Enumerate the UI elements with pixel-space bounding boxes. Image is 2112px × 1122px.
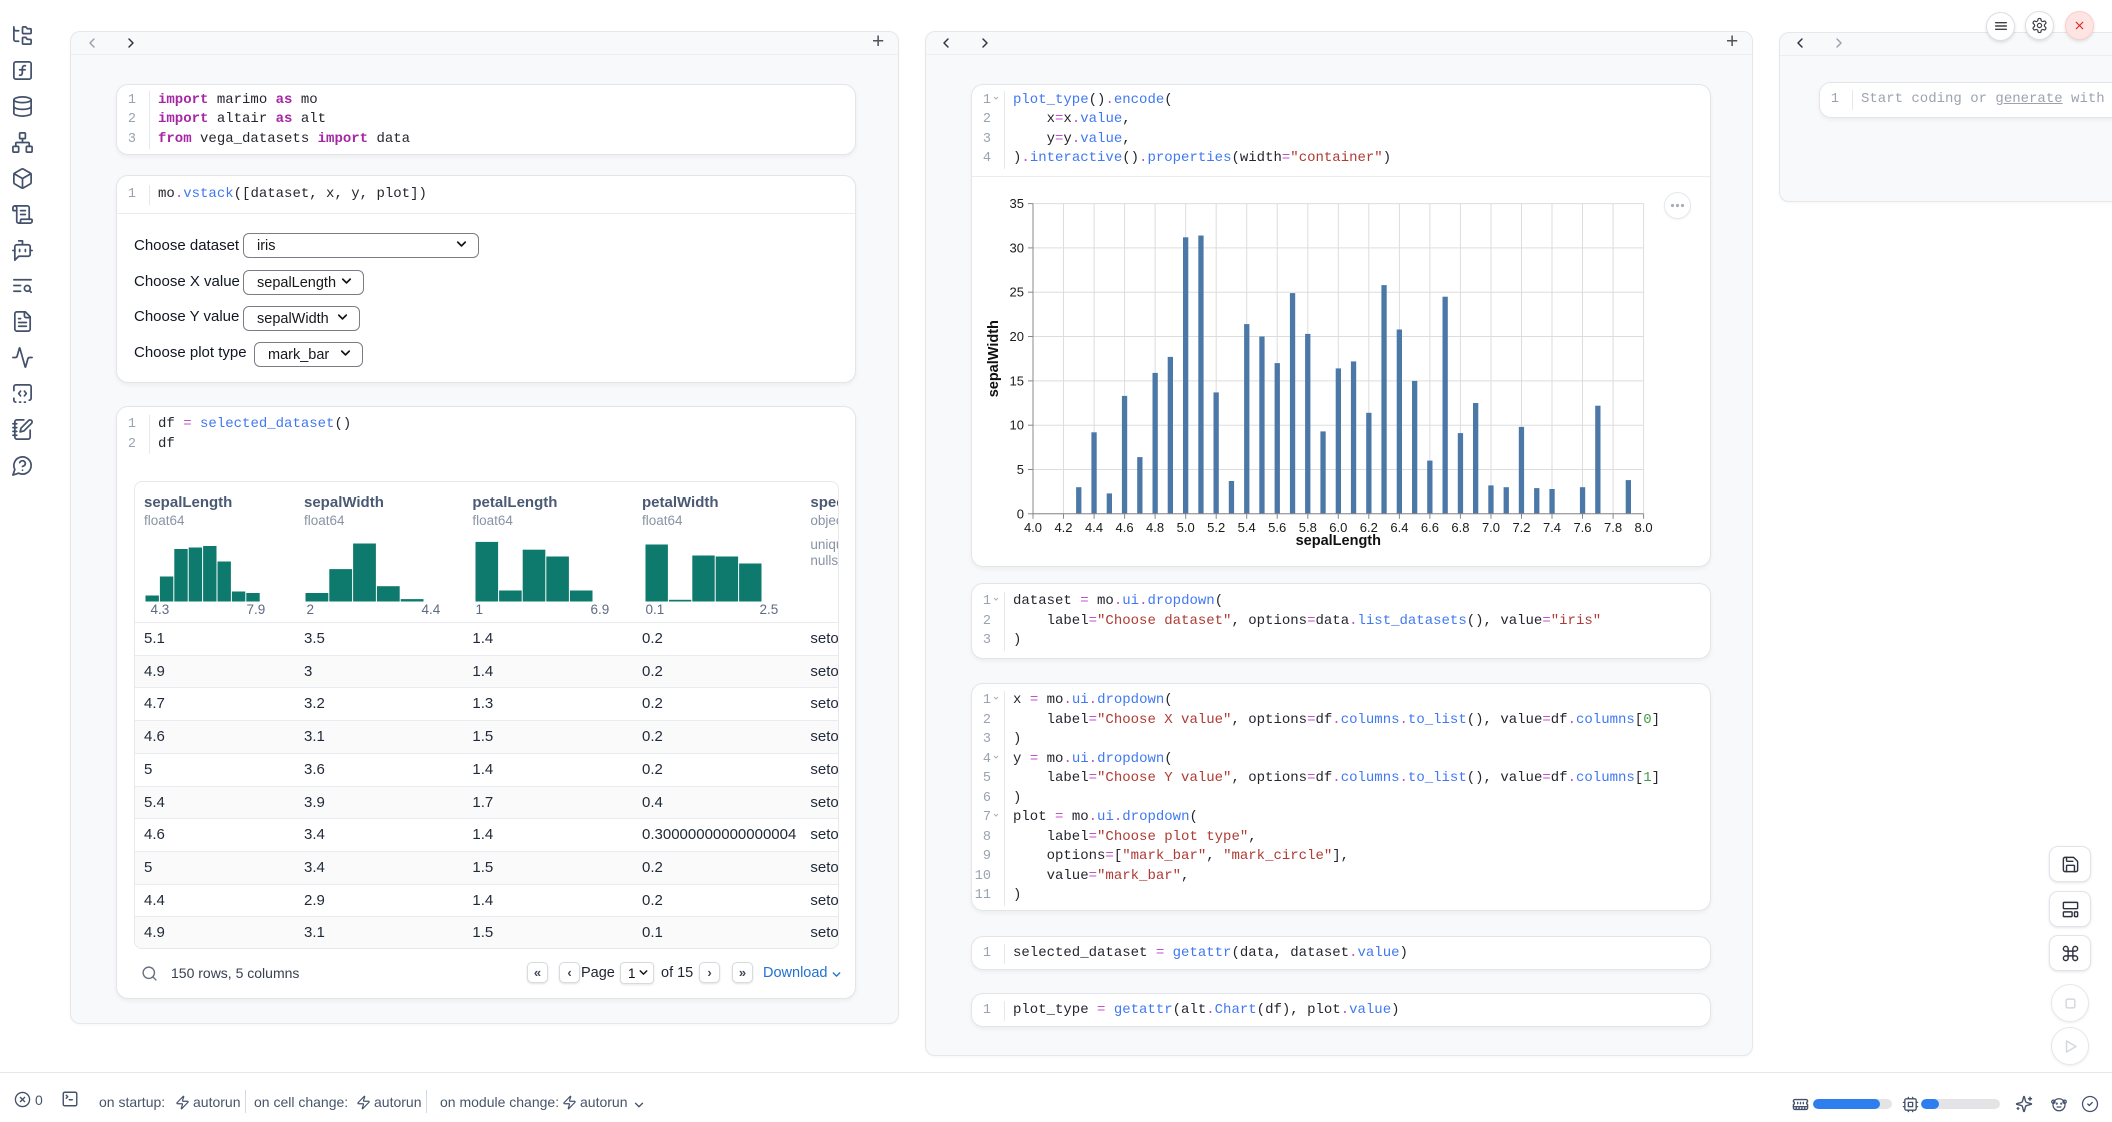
svg-text:5.6: 5.6 [1268,520,1286,535]
svg-text:4.4: 4.4 [1085,520,1103,535]
svg-text:10: 10 [1010,418,1024,433]
svg-text:4.2: 4.2 [1054,520,1072,535]
svg-text:0: 0 [1017,506,1024,521]
svg-text:35: 35 [1010,196,1024,211]
svg-text:4.8: 4.8 [1146,520,1164,535]
svg-text:30: 30 [1010,240,1024,255]
svg-text:7.8: 7.8 [1604,520,1622,535]
svg-text:5: 5 [1017,462,1024,477]
svg-text:6.8: 6.8 [1451,520,1469,535]
svg-text:7.0: 7.0 [1482,520,1500,535]
svg-text:sepalWidth: sepalWidth [986,320,1002,397]
svg-text:6.4: 6.4 [1390,520,1408,535]
svg-text:5.0: 5.0 [1177,520,1195,535]
svg-text:8.0: 8.0 [1635,520,1653,535]
svg-text:4.6: 4.6 [1116,520,1134,535]
svg-text:7.6: 7.6 [1573,520,1591,535]
svg-text:6.6: 6.6 [1421,520,1439,535]
svg-text:4.0: 4.0 [1024,520,1042,535]
svg-text:7.2: 7.2 [1512,520,1530,535]
svg-text:20: 20 [1010,329,1024,344]
svg-text:15: 15 [1010,373,1024,388]
svg-text:7.4: 7.4 [1543,520,1561,535]
svg-text:25: 25 [1010,285,1024,300]
svg-text:sepalLength: sepalLength [1296,533,1381,549]
svg-text:5.2: 5.2 [1207,520,1225,535]
svg-text:5.4: 5.4 [1238,520,1256,535]
